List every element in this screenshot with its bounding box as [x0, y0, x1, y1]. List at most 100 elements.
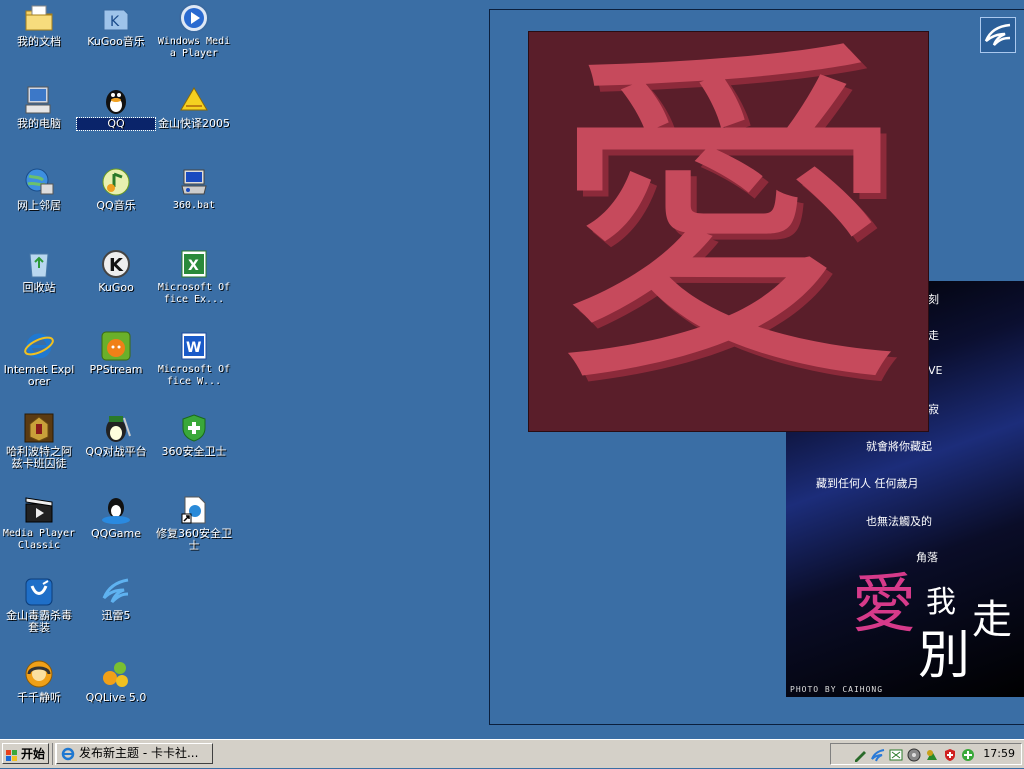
desktop[interactable]: 我的文档 我的电脑 网上邻居 回收站 Internet Explorer 哈利波… — [0, 0, 1024, 739]
thunder-icon — [100, 576, 132, 608]
network-places-icon — [23, 166, 55, 198]
desktop-icon-recycle-bin[interactable]: 回收站 — [0, 248, 78, 294]
kugoo-music-icon: K — [100, 2, 132, 34]
desktop-icon-internet-explorer[interactable]: Internet Explorer — [0, 330, 78, 388]
kugoo-icon: K — [100, 248, 132, 280]
internet-explorer-icon — [60, 746, 76, 762]
icon-label: QQ音乐 — [96, 199, 136, 212]
svg-text:K: K — [109, 255, 124, 276]
desktop-icon-qqgame[interactable]: QQGame — [77, 494, 155, 540]
poster-text: 藏到任何人 任何歲月 — [816, 477, 919, 490]
my-documents-icon — [23, 2, 55, 34]
desktop-icon-kugoo[interactable]: K KuGoo — [77, 248, 155, 294]
svg-text:X: X — [188, 258, 199, 274]
kingsoft-antivirus-icon — [23, 576, 55, 608]
thunder-logo-icon — [980, 17, 1016, 53]
media-player-classic-icon — [23, 494, 55, 526]
qqlive-icon — [100, 658, 132, 690]
my-computer-icon — [23, 84, 55, 116]
desktop-icon-my-documents[interactable]: 我的文档 — [0, 2, 78, 48]
desktop-icon-kugoo-music[interactable]: K KuGoo音乐 — [77, 2, 155, 48]
start-label: 开始 — [21, 747, 46, 761]
clock[interactable]: 17:59 — [983, 747, 1015, 760]
windows-flag-icon — [6, 748, 18, 761]
desktop-icon-network-places[interactable]: 网上邻居 — [0, 166, 78, 212]
icon-label: Media Player Classic — [2, 528, 76, 551]
desktop-icon-excel[interactable]: X Microsoft Office Ex... — [155, 248, 233, 306]
windows-media-player-icon — [178, 2, 210, 34]
wallpaper-love-glyph-panel: 愛 — [528, 31, 929, 432]
poster-text: 就會將你藏起 — [866, 440, 932, 453]
bat-file-icon — [178, 166, 210, 198]
desktop-icon-windows-media-player[interactable]: Windows Media Player — [155, 2, 233, 60]
internet-explorer-icon — [23, 330, 55, 362]
harry-potter-game-icon — [23, 412, 55, 444]
desktop-icon-ttplayer[interactable]: 千千静听 — [0, 658, 78, 704]
sound-tray-icon[interactable] — [907, 747, 921, 762]
360-tray-icon[interactable] — [961, 747, 975, 761]
icon-label: 修复360安全卫士 — [156, 527, 232, 552]
network-tray-icon[interactable] — [889, 747, 903, 761]
kingsoft-translate-icon — [178, 84, 210, 116]
icon-label: 迅雷5 — [101, 609, 131, 622]
poster-title: 愛 — [852, 568, 916, 642]
antivirus-tray-icon[interactable] — [943, 747, 957, 761]
desktop-icon-my-computer[interactable]: 我的电脑 — [0, 84, 78, 130]
taskbar-window-button[interactable]: 发布新主题 - 卡卡社... — [56, 743, 213, 764]
desktop-icon-qq[interactable]: QQ — [76, 84, 156, 131]
qq-battle-platform-icon — [100, 412, 132, 444]
icon-label: 网上邻居 — [17, 199, 61, 212]
icon-label: Windows Media Player — [157, 36, 231, 59]
desktop-icon-harry-potter[interactable]: 哈利波特之阿兹卡班囚徒 — [0, 412, 78, 470]
icon-label: QQ — [76, 117, 156, 131]
start-button[interactable]: 开始 — [2, 743, 49, 764]
icon-label: 金山毒霸杀毒套装 — [6, 609, 72, 634]
ttplayer-icon — [23, 658, 55, 690]
desktop-icon-kingsoft-antivirus[interactable]: 金山毒霸杀毒套装 — [0, 576, 78, 634]
excel-icon: X — [178, 248, 210, 280]
poster-title: 走 — [972, 597, 1012, 643]
svg-text:K: K — [110, 14, 120, 30]
icon-label: 千千静听 — [17, 691, 61, 704]
taskbar: 开始 发布新主题 - 卡卡社... 17:59 — [0, 739, 1024, 768]
thunder-tray-icon[interactable] — [871, 747, 885, 762]
desktop-icon-media-player-classic[interactable]: Media Player Classic — [0, 494, 78, 552]
desktop-icon-360-bat[interactable]: 360.bat — [155, 166, 233, 212]
desktop-icon-word[interactable]: W Microsoft Office W... — [155, 330, 233, 388]
qq-tray-icon[interactable] — [925, 747, 939, 761]
desktop-icon-thunder[interactable]: 迅雷5 — [77, 576, 155, 622]
icon-label: 360.bat — [172, 200, 216, 211]
qq-icon — [100, 84, 132, 116]
icon-label: QQLive 5.0 — [85, 691, 147, 704]
poster-text: 走 — [928, 329, 939, 342]
word-icon: W — [178, 330, 210, 362]
desktop-icon-qqlive[interactable]: QQLive 5.0 — [77, 658, 155, 704]
icon-label: Microsoft Office W... — [157, 364, 231, 387]
desktop-icon-kingsoft-translate[interactable]: 金山快译2005 — [155, 84, 233, 130]
system-tray: 17:59 — [830, 743, 1022, 765]
poster-text: 寂 — [928, 403, 939, 416]
poster-text: 也無法觸及的 — [866, 515, 932, 528]
qqgame-icon — [100, 494, 132, 526]
icon-label: KuGoo — [98, 281, 134, 294]
desktop-icon-360-safeguard[interactable]: 360安全卫士 — [155, 412, 233, 458]
icon-label: 我的文档 — [17, 35, 61, 48]
repair-360-shortcut-icon — [178, 494, 210, 526]
pen-icon[interactable] — [853, 747, 867, 762]
icon-label: 回收站 — [22, 281, 56, 294]
360-safeguard-icon — [178, 412, 210, 444]
svg-text:W: W — [186, 340, 201, 356]
desktop-icon-qq-battle[interactable]: QQ对战平台 — [77, 412, 155, 458]
icon-label: 我的电脑 — [17, 117, 61, 130]
icon-label: Microsoft Office Ex... — [157, 282, 231, 305]
icon-label: 哈利波特之阿兹卡班囚徒 — [6, 445, 72, 470]
poster-text: VE — [928, 364, 943, 377]
love-glyph: 愛 — [548, 31, 909, 431]
desktop-icon-qq-music[interactable]: QQ音乐 — [77, 166, 155, 212]
recycle-bin-icon — [23, 248, 55, 280]
poster-title: 別 — [918, 626, 971, 686]
icon-label: KuGoo音乐 — [87, 35, 145, 48]
desktop-icon-repair-360[interactable]: 修复360安全卫士 — [155, 494, 233, 552]
desktop-icon-ppstream[interactable]: PPStream — [77, 330, 155, 376]
poster-text: 刻 — [928, 293, 939, 306]
